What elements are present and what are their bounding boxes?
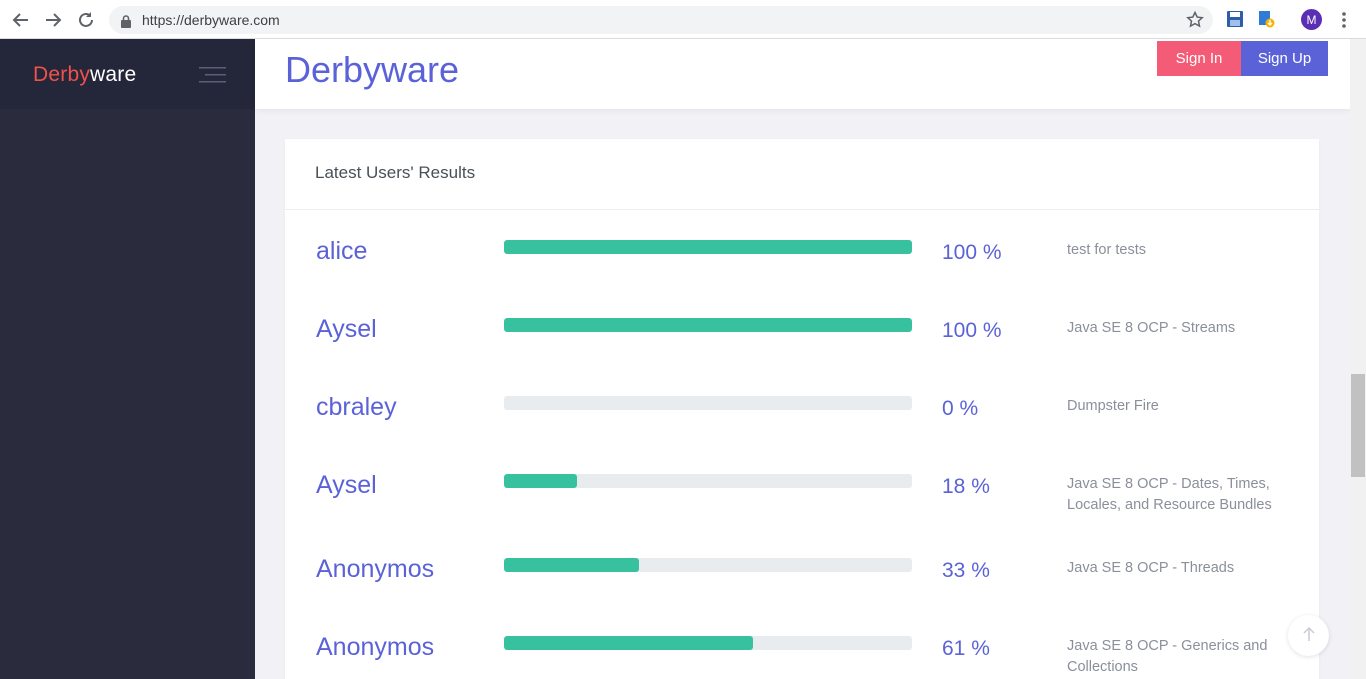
logo-part-ware: ware: [90, 63, 137, 86]
result-test-name: Java SE 8 OCP - Threads: [1067, 560, 1235, 576]
result-percent: 100 %: [942, 319, 1002, 342]
result-username[interactable]: cbraley: [316, 393, 397, 422]
sign-in-button[interactable]: Sign In: [1157, 41, 1241, 76]
forward-arrow-icon[interactable]: [42, 9, 64, 31]
hamburger-icon[interactable]: [199, 66, 226, 84]
result-test-name: Java SE 8 OCP - Streams: [1067, 320, 1236, 336]
result-username[interactable]: alice: [316, 237, 367, 266]
result-progress-fill: [504, 636, 753, 650]
page-scrollbar-thumb[interactable]: [1351, 374, 1365, 477]
url-text[interactable]: https://derbyware.com: [142, 12, 280, 28]
result-progress-fill: [504, 474, 578, 488]
page-title: Derbyware: [285, 49, 460, 90]
result-test-name: Java SE 8 OCP - Generics and Collections: [1067, 638, 1268, 675]
lock-icon: [121, 13, 131, 28]
result-progress-bar: [504, 558, 912, 572]
arrow-up-icon: [1302, 626, 1316, 646]
card-header: Latest Users' Results: [285, 139, 1319, 210]
result-percent: 100 %: [942, 241, 1002, 264]
result-percent: 61 %: [942, 637, 990, 660]
logo[interactable]: Derbyware: [33, 63, 136, 87]
card-title: Latest Users' Results: [315, 163, 476, 182]
result-progress-fill: [504, 558, 639, 572]
profile-avatar[interactable]: M: [1301, 9, 1322, 30]
address-bar[interactable]: https://derbyware.com: [109, 6, 1213, 34]
scroll-to-top-button[interactable]: [1288, 615, 1329, 656]
kebab-menu-icon[interactable]: [1336, 10, 1352, 30]
extension-icon[interactable]: [1257, 10, 1275, 28]
latest-results-card: Latest Users' Results alice 100 % test f…: [285, 139, 1319, 679]
result-progress-bar: [504, 318, 912, 332]
result-progress-bar: [504, 474, 912, 488]
sidebar: Derbyware: [0, 39, 255, 679]
reload-icon[interactable]: [75, 9, 97, 31]
result-test-name: Dumpster Fire: [1067, 398, 1159, 414]
result-progress-fill: [504, 318, 912, 332]
page-scrollbar-track[interactable]: [1350, 39, 1366, 679]
result-percent: 33 %: [942, 559, 990, 582]
result-progress-bar: [504, 240, 912, 254]
browser-toolbar: https://derbyware.com M: [0, 0, 1366, 39]
result-username[interactable]: Anonymos: [316, 633, 434, 662]
result-progress-fill: [504, 240, 912, 254]
top-header: Derbyware Sign In Sign Up: [255, 39, 1350, 109]
result-percent: 0 %: [942, 397, 979, 420]
result-percent: 18 %: [942, 475, 990, 498]
result-username[interactable]: Aysel: [316, 315, 377, 344]
sign-up-button[interactable]: Sign Up: [1241, 41, 1328, 76]
result-progress-bar: [504, 636, 912, 650]
sidebar-header: Derbyware: [0, 39, 255, 109]
logo-part-derby: Derby: [33, 63, 91, 86]
star-icon[interactable]: [1185, 10, 1205, 30]
floppy-disk-icon[interactable]: [1226, 10, 1244, 28]
result-progress-bar: [504, 396, 912, 410]
result-username[interactable]: Aysel: [316, 471, 377, 500]
result-test-name: Java SE 8 OCP - Dates, Times, Locales, a…: [1067, 476, 1272, 513]
result-username[interactable]: Anonymos: [316, 555, 434, 584]
result-test-name: test for tests: [1067, 242, 1146, 258]
back-arrow-icon[interactable]: [10, 9, 32, 31]
